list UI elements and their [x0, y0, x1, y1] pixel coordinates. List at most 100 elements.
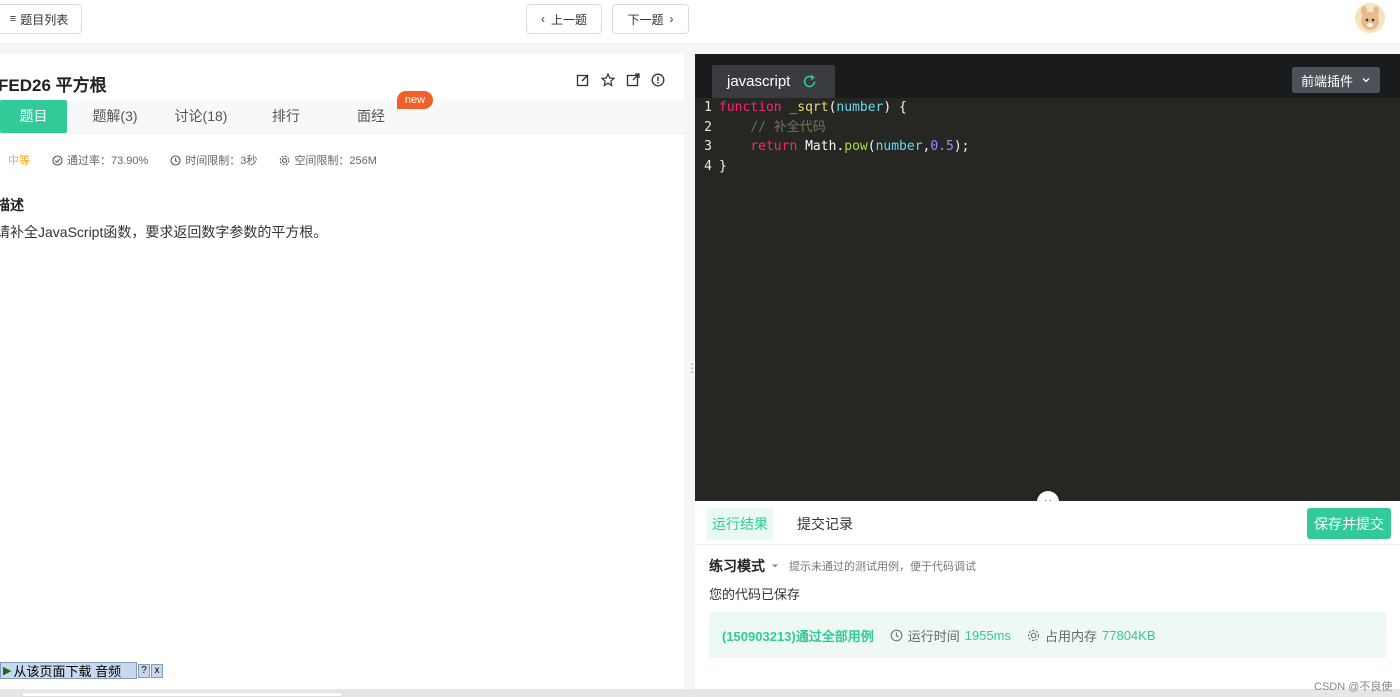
gear-icon: [280, 155, 290, 165]
pass-summary: (150903213)通过全部用例 运行时间 1955ms 占用内存 77804…: [709, 612, 1386, 658]
code-token: }: [719, 158, 727, 174]
pass-rate-text: 通过率：73.90%: [67, 155, 149, 167]
editor-toolbar: javascript 前端插件: [695, 54, 1400, 98]
tab-problem[interactable]: 题目: [0, 100, 67, 133]
next-problem-label: 下一题: [627, 12, 664, 27]
code-token: number: [836, 100, 884, 115]
code-token: // 补全代码: [750, 119, 826, 135]
chevron-down-icon: [1362, 78, 1370, 83]
code-token: (: [828, 100, 837, 115]
tab-solutions[interactable]: 题解(3): [80, 100, 150, 133]
code-token: function: [719, 100, 782, 115]
play-icon: ▶: [3, 665, 12, 677]
title-actions: [576, 72, 665, 87]
code-token: number: [875, 139, 923, 154]
top-bar: ≡ 题目列表 ‹ 上一题 下一题 ›: [0, 0, 1400, 44]
runtime-stat: 运行时间 1955ms: [890, 626, 1011, 645]
download-bar: ▶ 从该页面下载 音频 ? x: [0, 662, 163, 679]
code-token: .: [836, 139, 845, 154]
code-token: 0.5: [930, 139, 954, 154]
chevron-left-icon: ‹: [540, 12, 545, 26]
panel-resize-handle[interactable]: ⋮: [686, 362, 698, 383]
chevron-right-icon: ›: [669, 12, 674, 26]
code-line: 3 return Math. pow(number, 0.5);: [695, 137, 1400, 157]
horizontal-scrollbar[interactable]: [0, 689, 1400, 697]
gear-icon: [1027, 629, 1040, 641]
problem-title: FED26 平方根: [0, 76, 107, 95]
refresh-icon[interactable]: [802, 74, 817, 89]
tab-interview[interactable]: 面经: [341, 100, 401, 133]
info-icon[interactable]: [651, 73, 665, 87]
download-audio-label: 从该页面下载 音频: [13, 664, 122, 679]
code-token: ) {: [883, 100, 907, 115]
problem-list-button[interactable]: ≡ 题目列表: [0, 4, 82, 34]
runtime-label: 运行时间: [907, 628, 960, 644]
problem-tabs: 题目 题解(3) 讨论(18) 排行 面经 new: [0, 91, 684, 134]
tab-discussion[interactable]: 讨论(18): [165, 100, 237, 133]
result-tabs: 运行结果 提交记录 保存并提交: [695, 501, 1400, 545]
prev-problem-button[interactable]: ‹ 上一题: [526, 4, 602, 34]
code-line: 4}: [695, 157, 1400, 177]
code-token: Math: [805, 139, 837, 154]
time-limit-text: 时间限制：3秒: [185, 155, 258, 167]
code-line: 1 function _sqrt(number) {: [695, 98, 1400, 118]
share-icon[interactable]: [626, 73, 640, 87]
check-circle-icon: [52, 154, 63, 166]
frontend-plugin-label: 前端插件: [1300, 73, 1353, 89]
frontend-plugin-dropdown[interactable]: 前端插件: [1292, 67, 1380, 93]
line-number: 2: [704, 119, 712, 135]
difficulty-label: 中等: [8, 155, 30, 167]
code-token: (: [867, 139, 876, 154]
watermark: CSDN @不良使: [1314, 681, 1393, 693]
memory-value: 77804KB: [1102, 627, 1156, 643]
line-number: 3: [704, 139, 712, 154]
code-editor[interactable]: javascript 前端插件 1 function _sqrt(number) …: [695, 54, 1400, 501]
tab-submission-history[interactable]: 提交记录: [790, 508, 860, 540]
new-badge: new: [397, 91, 433, 109]
next-problem-button[interactable]: 下一题 ›: [612, 4, 689, 34]
help-button[interactable]: ?: [138, 663, 150, 678]
code-area[interactable]: 1 function _sqrt(number) { 2 // 补全代码 3 re…: [695, 98, 1400, 176]
mode-hint: 提示未通过的测试用例，便于代码调试: [789, 561, 976, 573]
edit-icon[interactable]: [576, 73, 590, 87]
avatar[interactable]: [1355, 3, 1385, 33]
memory-label: 占用内存: [1045, 628, 1098, 644]
scrollbar-thumb[interactable]: [22, 692, 342, 697]
line-number: 1: [704, 100, 712, 115]
mode-dropdown[interactable]: 练习模式: [709, 556, 765, 576]
runtime-value: 1955ms: [964, 627, 1011, 643]
clock-icon: [890, 629, 903, 641]
code-token: _sqrt: [789, 100, 829, 115]
problem-panel: FED26 平方根 题目 题解(3) 讨论(18) 排行 面经 new 中等 通…: [0, 54, 684, 697]
memory-stat: 占用内存 77804KB: [1027, 626, 1156, 645]
language-tab[interactable]: javascript: [712, 65, 835, 98]
code-token: pow: [844, 139, 868, 154]
list-icon: ≡: [9, 13, 17, 25]
line-number: 4: [704, 158, 712, 174]
prev-problem-label: 上一题: [550, 12, 587, 27]
pass-status: (150903213)通过全部用例: [722, 628, 874, 644]
code-line: 2 // 补全代码: [695, 118, 1400, 138]
save-submit-button[interactable]: 保存并提交: [1307, 508, 1391, 539]
clock-icon: [170, 154, 181, 166]
space-limit-text: 空间限制：256M: [294, 155, 377, 167]
tab-ranking[interactable]: 排行: [256, 100, 316, 133]
download-audio-button[interactable]: ▶ 从该页面下载 音频: [0, 662, 137, 679]
tab-run-result[interactable]: 运行结果: [707, 508, 773, 540]
result-panel: 运行结果 提交记录 保存并提交 练习模式 提示未通过的测试用例，便于代码调试 您…: [695, 501, 1400, 689]
code-token: return: [750, 139, 798, 154]
description-text: 请补全JavaScript函数，要求返回数字参数的平方根。: [0, 224, 328, 240]
star-icon[interactable]: [600, 72, 616, 87]
saved-message: 您的代码已保存: [709, 587, 801, 602]
description-heading: 描述: [0, 197, 24, 213]
code-token: ,: [922, 139, 931, 154]
language-label: javascript: [727, 73, 791, 90]
code-token: );: [953, 139, 970, 154]
problem-list-label: 题目列表: [20, 12, 69, 27]
problem-meta: 中等 通过率：73.90% 时间限制：3秒 空间限制：256M: [8, 152, 377, 168]
close-button[interactable]: x: [151, 663, 163, 678]
space-limit: 空间限制：256M: [279, 152, 377, 168]
caret-down-icon[interactable]: [771, 562, 779, 570]
time-limit: 时间限制：3秒: [170, 152, 257, 168]
pass-rate: 通过率：73.90%: [52, 152, 148, 168]
